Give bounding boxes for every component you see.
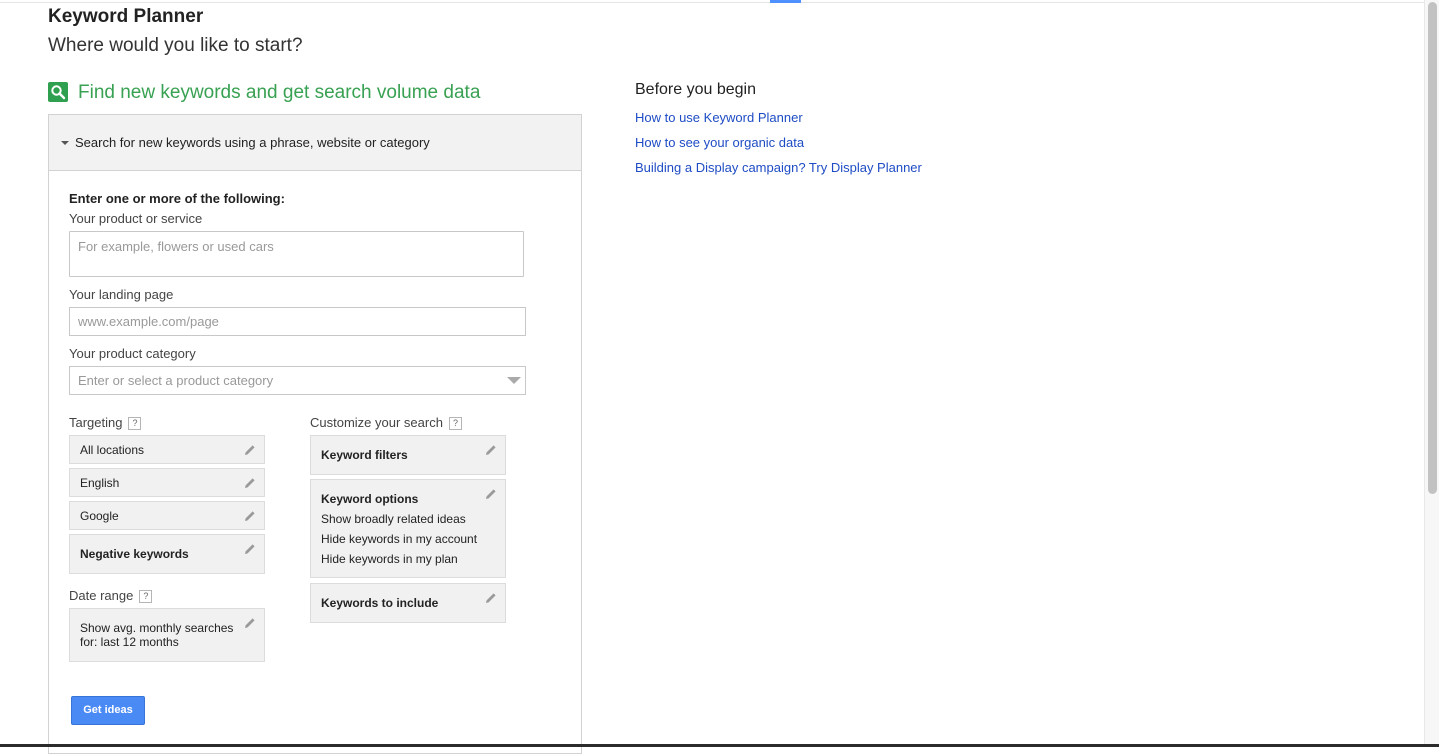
landing-page-input[interactable]: www.example.com/page [69,307,526,336]
landing-page-label: Your landing page [69,287,174,302]
page-subtitle: Where would you like to start? [48,35,303,56]
help-link-keyword-planner[interactable]: How to use Keyword Planner [635,110,803,125]
dropdown-arrow-icon [507,377,521,384]
get-ideas-button[interactable]: Get ideas [71,696,145,725]
keyword-filters-label: Keyword filters [321,448,408,462]
form-intro: Enter one or more of the following: [69,191,285,206]
date-range-help-icon[interactable]: ? [139,590,153,603]
top-border [0,0,1424,3]
negative-keywords[interactable]: Negative keywords [69,534,265,574]
category-label: Your product category [69,346,196,361]
search-icon [48,82,68,102]
scrollbar-thumb[interactable] [1428,2,1437,494]
targeting-locations-value: All locations [80,443,145,457]
keyword-option-line: Hide keywords in my account [321,532,478,546]
keyword-option-line: Show broadly related ideas [321,512,466,526]
product-input[interactable]: For example, flowers or used cars [69,231,524,277]
negative-keywords-label: Negative keywords [80,547,189,561]
before-you-begin-title: Before you begin [635,81,756,98]
targeting-language-value: English [80,476,120,490]
date-range-setting[interactable]: Show avg. monthly searches for: last 12 … [69,608,265,662]
targeting-locations[interactable]: All locations [69,435,265,464]
caret-down-icon [61,141,69,145]
product-label: Your product or service [69,211,203,226]
category-select-placeholder: Enter or select a product category [78,373,274,388]
targeting-language[interactable]: English [69,468,265,497]
customize-help-icon[interactable]: ? [448,417,462,430]
targeting-label-text: Targeting [69,415,123,430]
customize-label-text: Customize your search [310,415,443,430]
keywords-to-include-label: Keywords to include [321,596,439,610]
customize-label: Customize your search? [310,415,462,430]
pencil-icon [245,618,255,628]
search-section-toggle[interactable]: Search for new keywords using a phrase, … [49,115,581,171]
targeting-network-value: Google [80,509,119,523]
keyword-options[interactable]: Keyword options Show broadly related ide… [310,479,506,578]
date-range-label: Date range? [69,588,153,603]
pencil-icon [245,544,255,554]
search-section-label: Search for new keywords using a phrase, … [75,135,430,150]
keyword-option-line: Hide keywords in my plan [321,552,458,566]
keyword-filters[interactable]: Keyword filters [310,435,506,475]
top-tab-indicator [770,0,801,3]
category-select[interactable]: Enter or select a product category [69,366,526,395]
date-range-value: Show avg. monthly searches for: last 12 … [80,621,234,649]
pencil-icon [486,593,496,603]
help-link-organic-data[interactable]: How to see your organic data [635,135,804,150]
help-link-display-planner[interactable]: Building a Display campaign? Try Display… [635,160,922,175]
keyword-options-title: Keyword options [321,492,419,506]
keyword-options-body: Keyword options Show broadly related ide… [321,489,477,569]
targeting-help-icon[interactable]: ? [128,417,142,430]
targeting-network[interactable]: Google [69,501,265,530]
pencil-icon [245,478,255,488]
pencil-icon [486,445,496,455]
keywords-to-include[interactable]: Keywords to include [310,583,506,623]
page-title: Keyword Planner [48,6,204,27]
pencil-icon [245,511,255,521]
pencil-icon [245,445,255,455]
targeting-label: Targeting? [69,415,142,430]
find-keywords-title: Find new keywords and get search volume … [78,82,481,103]
date-range-label-text: Date range [69,588,134,603]
pencil-icon [486,489,496,499]
